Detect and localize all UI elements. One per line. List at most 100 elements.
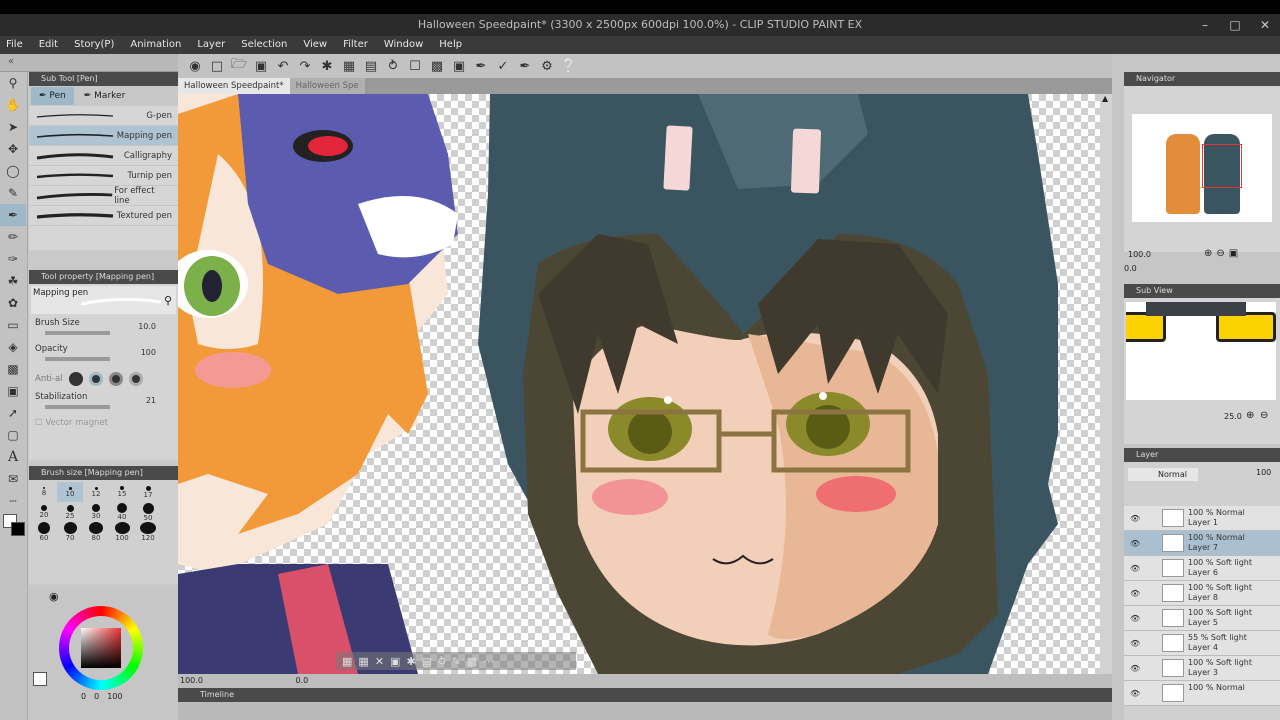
brush-size-property[interactable]: Brush Size 10.0 [29, 316, 178, 342]
correct-line-tool-icon[interactable]: ┄ [0, 490, 26, 512]
maximize-button[interactable]: □ [1220, 14, 1250, 36]
clip-studio-icon[interactable]: ◉ [184, 59, 206, 74]
size-swatch[interactable]: 25 [57, 502, 83, 522]
frame-tool-icon[interactable]: ▢ [0, 424, 26, 446]
checkbox-icon[interactable]: ☐ [35, 418, 43, 428]
eye-icon[interactable]: 👁 [1130, 514, 1140, 523]
sub-view-zoom-out-icon[interactable]: ⊖ [1260, 410, 1268, 421]
text-tool-icon[interactable]: A [0, 446, 26, 468]
sub-view-zoom-in-icon[interactable]: ⊕ [1246, 410, 1254, 421]
tab-pen[interactable]: ✒ Pen [31, 87, 74, 105]
layer-row[interactable]: 👁 100 % Soft light Layer 6 [1124, 556, 1280, 581]
selection-tool-icon[interactable]: ✱ [406, 655, 415, 668]
tab-document-inactive[interactable]: Halloween Spe [289, 78, 365, 94]
snap-grid-icon[interactable]: ✓ [492, 59, 514, 74]
brush-size-slider[interactable] [45, 331, 110, 335]
menu-window[interactable]: Window [376, 36, 431, 54]
scale-icon[interactable]: ⥁ [382, 59, 404, 74]
menu-selection[interactable]: Selection [233, 36, 295, 54]
layer-row[interactable]: 👁 100 % Normal [1124, 681, 1280, 706]
navigator-zoom[interactable]: 100.0 [1128, 250, 1151, 259]
antialias-none-icon[interactable] [68, 372, 83, 386]
eye-icon[interactable]: 👁 [1130, 664, 1140, 673]
deselect-icon[interactable]: ☐ [404, 59, 426, 74]
size-swatch[interactable]: 12 [83, 482, 109, 502]
tab-marker[interactable]: ✒ Marker [76, 87, 134, 105]
brush-item-effect-line[interactable]: For effect line [29, 186, 178, 206]
antialias-strong-icon[interactable] [128, 372, 143, 386]
new-file-icon[interactable]: □ [206, 59, 228, 74]
eye-icon[interactable]: 👁 [1130, 589, 1140, 598]
figure-tool-icon[interactable]: ➚ [0, 402, 26, 424]
timeline-label[interactable]: Timeline [200, 690, 234, 699]
size-swatch[interactable]: 80 [83, 522, 109, 542]
size-swatch[interactable]: 30 [83, 502, 109, 522]
size-swatch[interactable]: 40 [109, 502, 135, 522]
selection-tool-icon[interactable]: ▩ [467, 655, 477, 668]
hand-tool-icon[interactable]: ✋ [0, 94, 26, 116]
scroll-up-icon[interactable]: ▲ [1102, 94, 1108, 103]
transform-icon[interactable]: ▦ [338, 59, 360, 74]
select-all-icon[interactable]: ▣ [448, 59, 470, 74]
collapse-icon[interactable]: « [8, 56, 14, 67]
lasso-tool-icon[interactable]: ◯ [0, 160, 26, 182]
balloon-tool-icon[interactable]: ✉ [0, 468, 26, 490]
redo-icon[interactable]: ↷ [294, 59, 316, 74]
fit-icon[interactable]: ▣ [1229, 248, 1238, 259]
color-wheel[interactable] [59, 606, 143, 690]
blend-mode-select[interactable]: Normal [1128, 468, 1198, 481]
antialias-weak-icon[interactable] [88, 372, 103, 386]
move-tool-icon[interactable]: ✥ [0, 138, 26, 160]
brush-item-textured-pen[interactable]: Textured pen [29, 206, 178, 226]
menu-help[interactable]: Help [431, 36, 470, 54]
gradient-tool-icon[interactable]: ▣ [0, 380, 26, 402]
fill-tool-icon[interactable]: ▩ [0, 358, 26, 380]
size-swatch[interactable]: 17 [135, 482, 161, 502]
size-swatch[interactable]: 70 [57, 522, 83, 542]
search-icon[interactable]: ⚲ [164, 294, 172, 307]
snap-special-icon[interactable]: ✒ [514, 59, 536, 74]
tab-document-active[interactable]: Halloween Speedpaint* [178, 78, 290, 94]
fill-icon[interactable]: ▤ [360, 59, 382, 74]
layer-opacity[interactable]: 100 [1256, 468, 1271, 477]
navigator-angle[interactable]: 0.0 [1124, 264, 1137, 273]
open-file-icon[interactable]: 🗁 [228, 55, 250, 77]
brush-item-turnip-pen[interactable]: Turnip pen [29, 166, 178, 186]
zoom-out-icon[interactable]: ⊖ [1216, 248, 1224, 259]
snap-ruler-icon[interactable]: ✒ [470, 59, 492, 74]
menu-edit[interactable]: Edit [31, 36, 66, 54]
save-icon[interactable]: ▣ [250, 59, 272, 74]
pencil-tool-icon[interactable]: ✏ [0, 226, 26, 248]
menu-animation[interactable]: Animation [122, 36, 189, 54]
palette-icon[interactable]: ◉ [49, 590, 59, 603]
selection-tool-icon[interactable]: ✕ [375, 655, 384, 668]
menu-filter[interactable]: Filter [335, 36, 376, 54]
vertical-scrollbar[interactable]: ▲ [1100, 94, 1112, 674]
sub-color-swatch[interactable] [11, 522, 25, 536]
menu-story[interactable]: Story(P) [66, 36, 122, 54]
blend-tool-icon[interactable]: ◈ [0, 336, 26, 358]
brush-item-mapping-pen[interactable]: Mapping pen [29, 126, 178, 146]
layer-row[interactable]: 👁 100 % Soft light Layer 8 [1124, 581, 1280, 606]
eyedropper-tool-icon[interactable]: ✎ [0, 182, 26, 204]
undo-icon[interactable]: ↶ [272, 59, 294, 74]
sub-view-zoom[interactable]: 25.0 [1224, 412, 1242, 421]
eye-icon[interactable]: 👁 [1130, 564, 1140, 573]
selection-tool-icon[interactable]: ⋯ [483, 655, 494, 668]
size-swatch[interactable]: 10 [57, 482, 83, 502]
selection-tool-icon[interactable]: ▣ [390, 655, 400, 668]
layer-row[interactable]: 👁 55 % Soft light Layer 4 [1124, 631, 1280, 656]
size-swatch[interactable]: 15 [109, 482, 135, 502]
drawing-canvas[interactable]: ▦ ▦ ✕ ▣ ✱ ▤ ⥁ ✎ ▩ ⋯ [178, 94, 1100, 674]
menu-file[interactable]: File [0, 36, 31, 54]
layer-row[interactable]: 👁 100 % Normal Layer 1 [1124, 506, 1280, 531]
menu-layer[interactable]: Layer [189, 36, 233, 54]
angle-value[interactable]: 0.0 [295, 676, 308, 685]
eye-icon[interactable]: 👁 [1130, 639, 1140, 648]
vector-magnet-property[interactable]: ☐ Vector magnet [29, 416, 178, 430]
selection-tool-icon[interactable]: ▦ [342, 655, 352, 668]
close-button[interactable]: ✕ [1250, 14, 1280, 36]
selection-tool-icon[interactable]: ⥁ [438, 655, 446, 668]
pen-tool-icon[interactable]: ✒ [0, 204, 26, 226]
airbrush-tool-icon[interactable]: ☘ [0, 270, 26, 292]
